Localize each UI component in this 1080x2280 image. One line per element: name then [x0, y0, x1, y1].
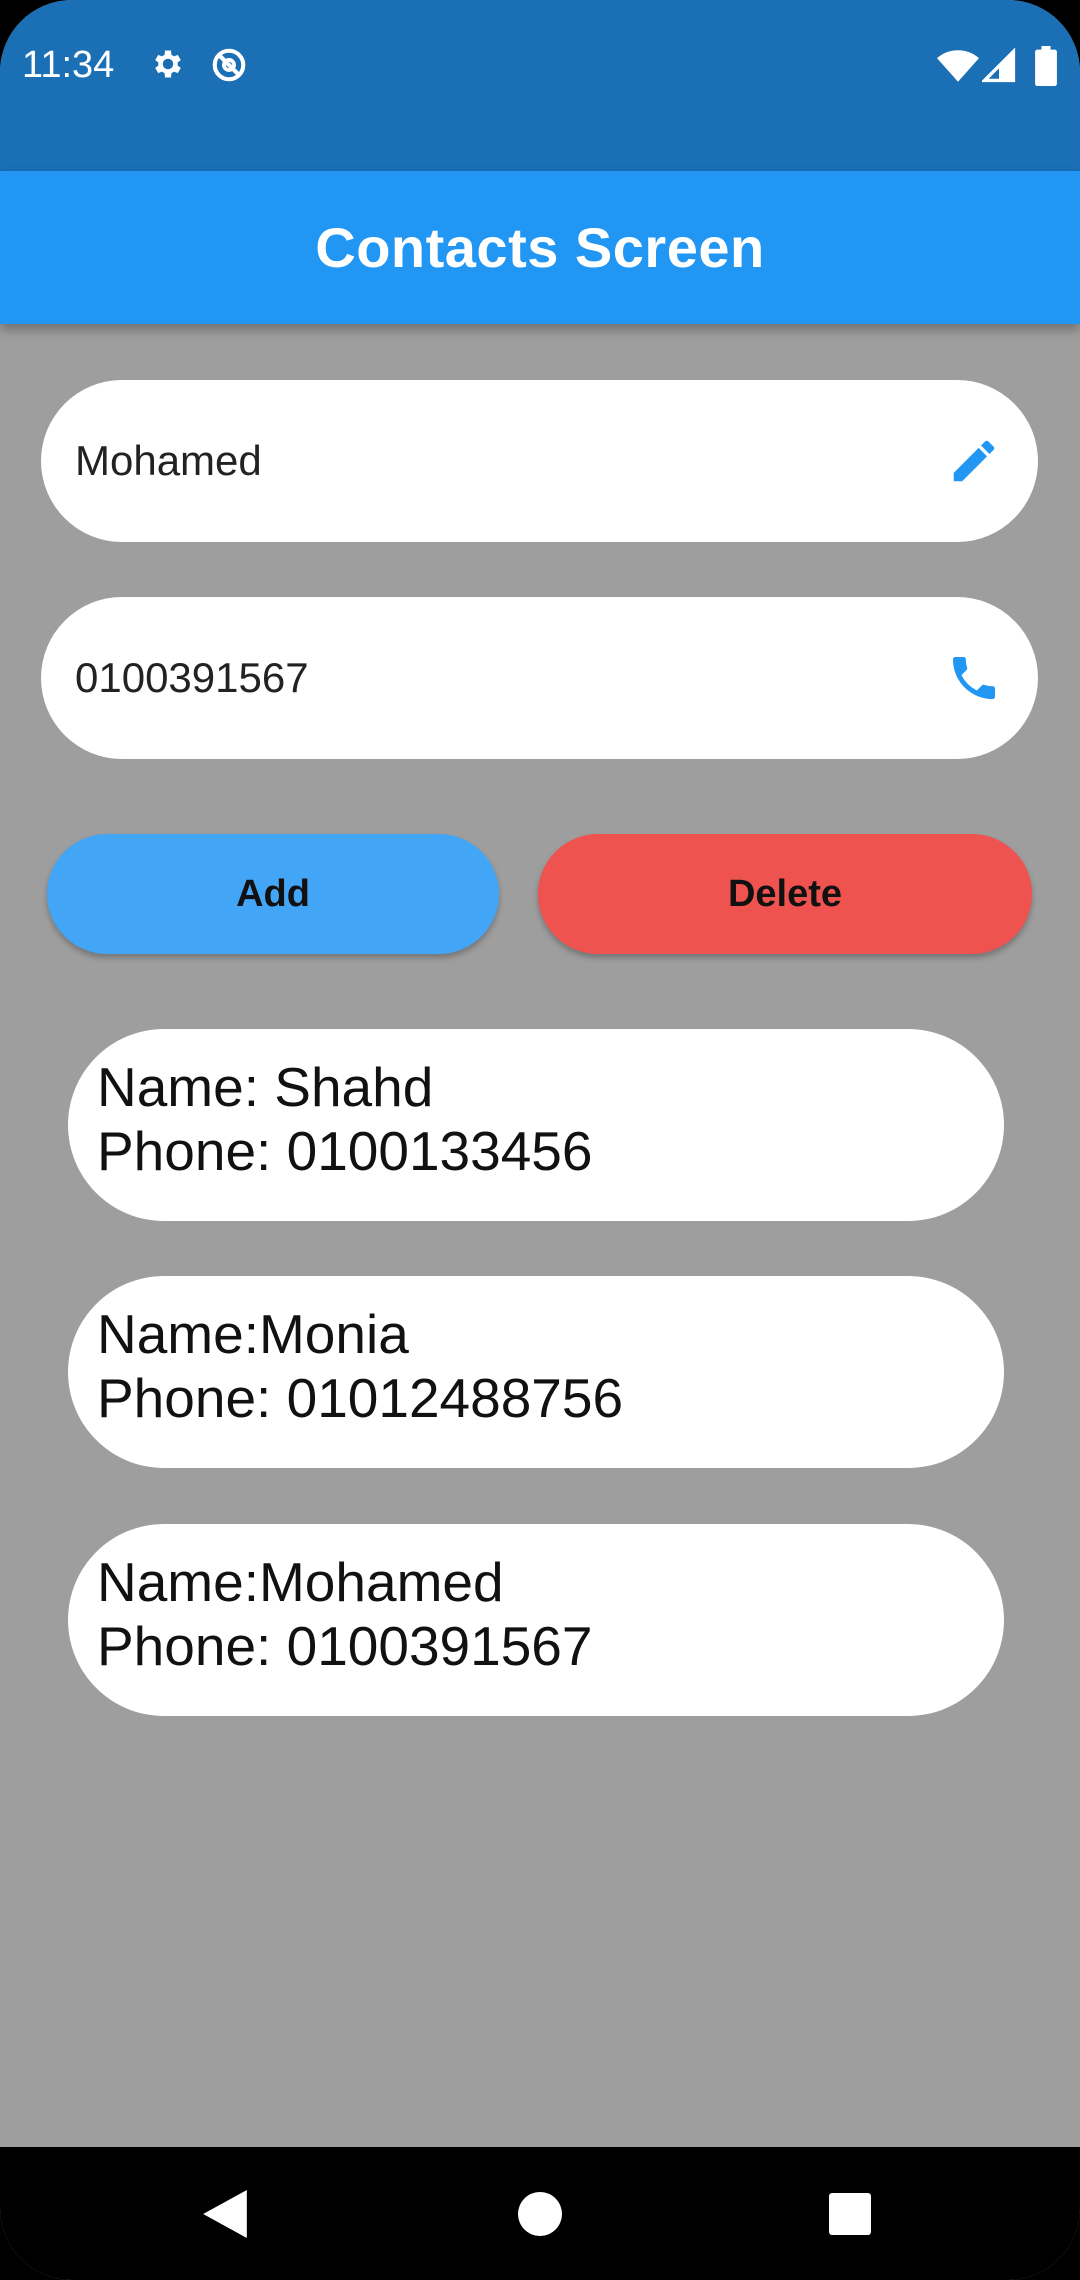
phone-input[interactable]: [75, 654, 944, 702]
signal-icon: [980, 47, 1016, 89]
home-icon[interactable]: [480, 2147, 600, 2280]
wifi-icon: [937, 48, 979, 89]
name-field[interactable]: [41, 380, 1038, 542]
contact-card[interactable]: Name:Monia Phone: 01012488756: [68, 1276, 1004, 1468]
edit-pencil-icon: [944, 431, 1004, 491]
contact-name: Name: Shahd: [97, 1056, 434, 1118]
delete-button[interactable]: Delete: [538, 834, 1032, 954]
phone-field[interactable]: [41, 597, 1038, 759]
gear-icon: [150, 46, 186, 87]
name-input[interactable]: [75, 437, 944, 485]
contact-phone: Phone: 0100133456: [97, 1120, 593, 1182]
do-not-disturb-icon: [210, 46, 248, 89]
contact-card[interactable]: Name:Mohamed Phone: 0100391567: [68, 1524, 1004, 1716]
add-button[interactable]: Add: [47, 834, 499, 954]
contact-name: Name:Monia: [97, 1303, 409, 1365]
contact-name: Name:Mohamed: [97, 1551, 504, 1613]
navigation-bar: [0, 2147, 1080, 2280]
phone-screen: 11:34 Contacts Screen Mohamed 0100391567…: [0, 0, 1080, 2280]
back-icon[interactable]: [165, 2147, 285, 2280]
page-title: Contacts Screen: [315, 216, 765, 279]
recents-icon[interactable]: [790, 2147, 910, 2280]
contact-phone: Phone: 0100391567: [97, 1615, 593, 1677]
status-bar: 11:34: [0, 0, 1080, 171]
contact-phone: Phone: 01012488756: [97, 1367, 624, 1429]
phone-icon: [944, 648, 1004, 708]
contact-card[interactable]: Name: Shahd Phone: 0100133456: [68, 1029, 1004, 1221]
status-time: 11:34: [22, 44, 115, 86]
app-bar: Contacts Screen: [0, 171, 1080, 324]
battery-icon: [1035, 46, 1057, 91]
